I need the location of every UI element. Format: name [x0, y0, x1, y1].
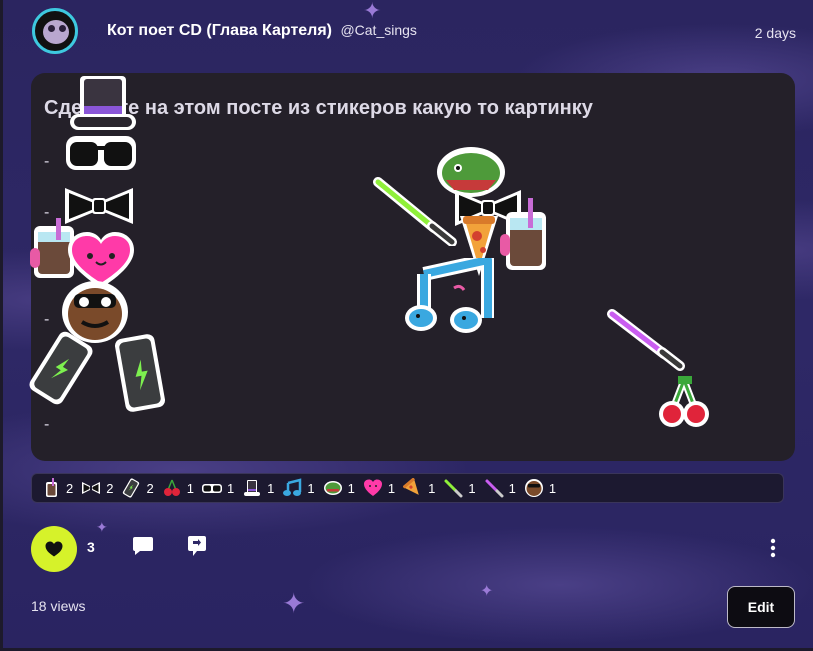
post-line: -	[44, 153, 50, 170]
reaction-count: 1	[267, 480, 275, 496]
edit-button[interactable]: Edit	[727, 586, 795, 628]
reaction-count: 1	[226, 480, 235, 496]
comment-icon[interactable]	[132, 536, 154, 556]
reaction-green-lightsaber[interactable]: 1	[439, 476, 479, 500]
like-button[interactable]	[31, 526, 77, 572]
avatar-eye	[59, 25, 66, 32]
reaction-count: 1	[347, 480, 355, 496]
post-line: -	[44, 311, 50, 328]
avatar-face	[43, 20, 69, 44]
reaction-face-sticker[interactable]: 1	[520, 476, 560, 500]
reaction-heart-face[interactable]: 1	[359, 476, 399, 500]
phone-icon	[123, 478, 140, 498]
face-sticker-icon	[524, 479, 543, 497]
music-notes-icon	[283, 478, 302, 496]
reaction-pizza[interactable]: 1	[399, 476, 439, 500]
phone-icon[interactable]	[110, 332, 170, 414]
avatar-eye	[48, 25, 55, 32]
like-count: 3	[87, 539, 95, 555]
view-count: 18 views	[31, 598, 86, 614]
reaction-music-notes[interactable]: 1	[278, 476, 318, 500]
window-left-border	[0, 0, 3, 651]
reaction-count: 2	[146, 480, 154, 496]
iced-coffee-icon	[46, 478, 57, 497]
reaction-phone[interactable]: 2	[117, 476, 157, 500]
purple-lightsaber-icon	[485, 479, 504, 498]
sunglasses-icon	[201, 484, 222, 493]
phone-icon[interactable]	[28, 328, 94, 408]
pizza-icon	[403, 478, 419, 495]
reaction-top-hat[interactable]: 1	[238, 476, 278, 500]
dino-icon	[323, 481, 342, 495]
sticker-reactions-bar: 2 2 2 1 1 1 1 1 1 1 1 1 1	[31, 473, 784, 503]
reaction-count: 2	[66, 480, 74, 496]
reaction-count: 1	[186, 480, 194, 496]
reaction-count: 1	[387, 480, 396, 496]
heart-face-icon	[363, 479, 382, 496]
reaction-count: 1	[428, 480, 436, 496]
bow-tie-icon	[82, 482, 101, 494]
reaction-count: 1	[508, 480, 516, 496]
reaction-purple-lightsaber[interactable]: 1	[480, 476, 520, 500]
cherries-icon	[163, 479, 180, 496]
reaction-dino[interactable]: 1	[319, 476, 359, 500]
reaction-bow-tie[interactable]: 2	[77, 476, 117, 500]
top-hat-icon	[244, 480, 261, 496]
more-options-icon[interactable]	[769, 538, 777, 558]
author-name[interactable]: Кот поет CD (Глава Картеля)	[107, 22, 332, 39]
reaction-count: 2	[106, 480, 114, 496]
cherries-icon[interactable]	[658, 376, 710, 430]
reaction-cherries[interactable]: 1	[158, 476, 198, 500]
reaction-iced-coffee[interactable]: 2	[37, 476, 77, 500]
sunglasses-icon[interactable]	[66, 134, 136, 172]
top-hat-icon[interactable]	[66, 72, 140, 134]
sparkle-decoration: ✦	[363, 0, 382, 23]
purple-lightsaber-icon[interactable]	[606, 308, 686, 372]
sparkle-decoration: ✦	[96, 519, 108, 535]
post-timestamp: 2 days	[754, 25, 796, 41]
reaction-sunglasses[interactable]: 1	[198, 476, 238, 500]
heart-icon	[45, 541, 63, 557]
post-header: Кот поет CD (Глава Картеля) @Cat_sings	[107, 22, 417, 40]
sparkle-decoration: ✦	[480, 583, 494, 600]
reaction-count: 1	[307, 480, 315, 496]
reaction-count: 1	[548, 480, 557, 496]
music-notes-icon[interactable]	[404, 258, 494, 336]
post-line: -	[44, 416, 50, 433]
iced-coffee-icon[interactable]	[500, 196, 550, 272]
reaction-count: 1	[468, 480, 476, 496]
green-lightsaber-icon	[444, 479, 463, 498]
repost-icon[interactable]	[187, 535, 207, 557]
author-handle[interactable]: @Cat_sings	[340, 22, 416, 38]
author-avatar[interactable]	[32, 8, 78, 54]
sparkle-decoration: ✦	[282, 588, 306, 619]
